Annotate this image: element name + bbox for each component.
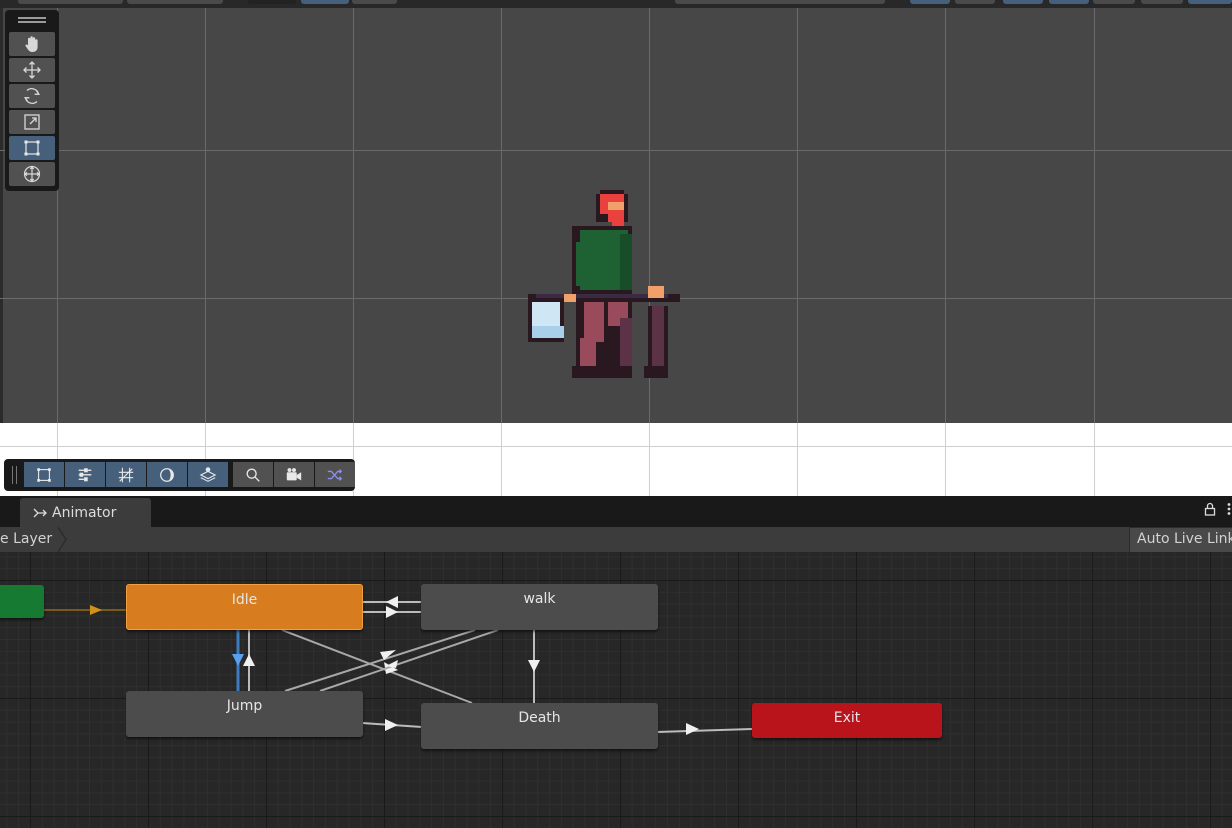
- transition-jump-walk[interactable]: [319, 629, 499, 692]
- transition-death-exit[interactable]: [656, 728, 753, 733]
- grid-line: [0, 150, 1232, 151]
- state-death[interactable]: Death: [421, 703, 658, 749]
- move-tool[interactable]: [9, 58, 55, 82]
- more-options-icon[interactable]: [1226, 502, 1232, 516]
- transition-arrow: [90, 605, 102, 615]
- state-jump[interactable]: Jump: [126, 691, 363, 737]
- character-sprite[interactable]: [524, 186, 684, 382]
- overlay-camera-button[interactable]: [274, 462, 314, 487]
- rect-tool[interactable]: [9, 136, 55, 160]
- transition-arrow: [386, 606, 398, 618]
- sliders-icon: [78, 467, 92, 481]
- transition-walk-jump[interactable]: [284, 629, 476, 692]
- transform-tool[interactable]: [9, 162, 55, 186]
- state-exit-label: Exit: [833, 710, 861, 726]
- breadcrumb-arrow-icon: [58, 527, 67, 552]
- overlay-grid-button[interactable]: [106, 462, 146, 487]
- transition-arrow: [386, 596, 398, 608]
- auto-live-link-button[interactable]: Auto Live Link: [1129, 527, 1232, 552]
- search-icon: [246, 467, 260, 482]
- tab-animator[interactable]: Animator: [20, 498, 151, 527]
- move-icon: [23, 61, 41, 79]
- state-entry[interactable]: [0, 585, 44, 618]
- shading-icon: [160, 467, 174, 482]
- scene-overlay-toolbar: [4, 459, 355, 491]
- hand-tool[interactable]: [9, 32, 55, 56]
- grid-line: [1094, 423, 1095, 496]
- overlay-shading-button[interactable]: [147, 462, 187, 487]
- scale-icon: [24, 114, 40, 130]
- rect-icon: [37, 467, 51, 482]
- rect-transform-icon: [24, 140, 40, 156]
- state-walk[interactable]: walk: [421, 584, 658, 630]
- grid-hatch-icon: [118, 467, 134, 482]
- hand-icon: [25, 36, 38, 52]
- transition-arrow: [385, 719, 398, 731]
- state-exit[interactable]: Exit: [752, 703, 942, 738]
- tools-palette: [5, 10, 59, 191]
- state-idle[interactable]: Idle: [126, 584, 363, 630]
- animator-window: Animator e Layer Auto Live Link Idle wal…: [0, 496, 1232, 828]
- transform-icon: [23, 165, 41, 183]
- scene-view[interactable]: [0, 0, 1232, 496]
- breadcrumb-layer[interactable]: e Layer: [0, 527, 71, 552]
- transition-arrow: [528, 660, 540, 672]
- state-jump-label: Jump: [226, 698, 263, 714]
- grid-line: [0, 446, 1232, 447]
- animator-icon: [33, 508, 47, 517]
- overlay-layers-button[interactable]: [188, 462, 228, 487]
- grid-line: [945, 423, 946, 496]
- scale-tool[interactable]: [9, 110, 55, 134]
- overlay-rect-button[interactable]: [24, 462, 64, 487]
- toolbar-grip[interactable]: [12, 466, 17, 484]
- state-death-label: Death: [518, 710, 561, 726]
- overlay-sliders-button[interactable]: [65, 462, 105, 487]
- animator-graph-canvas[interactable]: Idle walk Jump Death Exit: [0, 552, 1232, 828]
- palette-grip[interactable]: [18, 17, 46, 23]
- overlay-search-button[interactable]: [233, 462, 273, 487]
- grid-line: [797, 423, 798, 496]
- state-idle-label: Idle: [231, 592, 258, 608]
- layers-icon: [199, 466, 217, 482]
- breadcrumb-label: e Layer: [0, 531, 53, 547]
- shuffle-icon: [327, 468, 343, 481]
- rotate-tool[interactable]: [9, 84, 55, 108]
- grid-line: [501, 423, 502, 496]
- lock-icon[interactable]: [1204, 502, 1216, 516]
- rotate-icon: [24, 88, 40, 104]
- transition-arrow: [232, 654, 244, 666]
- camera-icon: [286, 467, 302, 480]
- state-walk-label: walk: [523, 591, 556, 607]
- tab-animator-label: Animator: [52, 504, 117, 521]
- animator-breadcrumb-bar: e Layer Auto Live Link: [0, 527, 1232, 552]
- grid-line: [649, 423, 650, 496]
- transition-arrow: [243, 654, 255, 666]
- animator-tab-bar: Animator: [0, 496, 1232, 527]
- overlay-shuffle-button[interactable]: [315, 462, 355, 487]
- scene-toolbar-strip: [0, 0, 1232, 8]
- transition-arrow: [686, 723, 699, 735]
